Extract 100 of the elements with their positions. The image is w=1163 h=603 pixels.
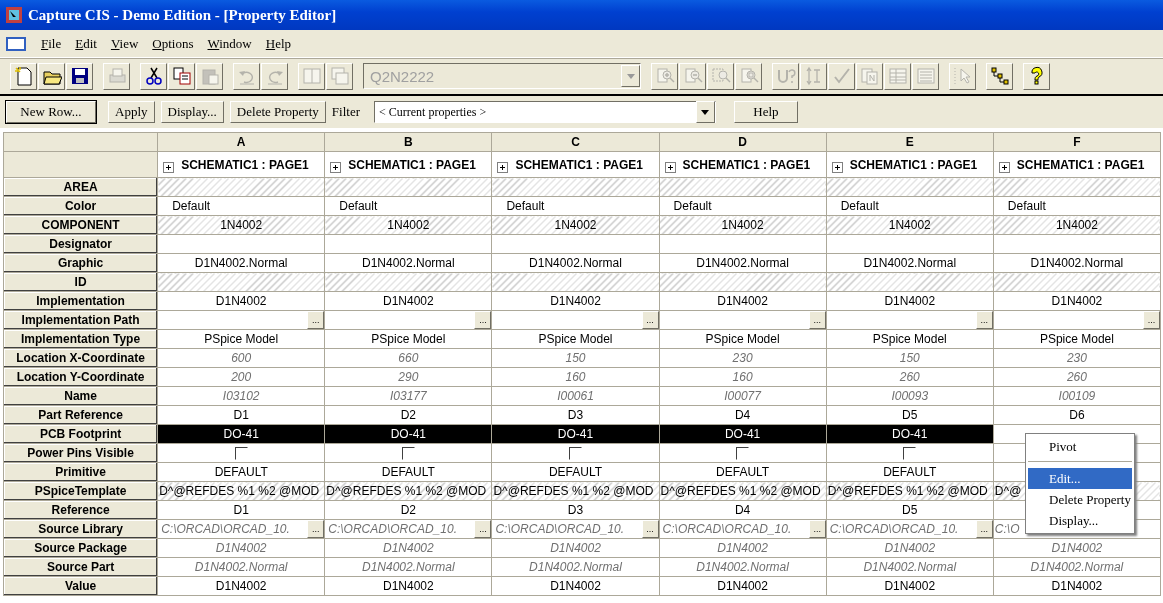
table-cell[interactable]: Default	[826, 196, 994, 216]
column-header[interactable]: C	[491, 132, 660, 152]
table-cell[interactable]: D1N4002.Normal	[157, 557, 325, 577]
table-cell[interactable]	[491, 443, 660, 463]
expand-icon[interactable]	[163, 162, 175, 173]
table-cell[interactable]: D1N4002	[993, 538, 1161, 558]
table-cell[interactable]: PSpice Model	[826, 329, 994, 349]
menu-item[interactable]: File	[34, 34, 69, 53]
action-button[interactable]: New Row...	[6, 101, 96, 123]
help-button[interactable]: Help	[734, 101, 798, 123]
table-cell[interactable]: DEFAULT	[491, 462, 660, 482]
table-cell[interactable]	[491, 234, 660, 254]
table-cell[interactable]: DEFAULT	[157, 462, 325, 482]
menu-item[interactable]: Delete Property	[1028, 489, 1132, 510]
column-header[interactable]: F	[993, 132, 1161, 152]
table-cell[interactable]: D1N4002	[491, 576, 660, 596]
menu-item[interactable]: Help	[258, 34, 299, 53]
table-cell[interactable]: ...	[491, 310, 660, 330]
table-cell[interactable]: D3	[491, 405, 660, 425]
table-cell[interactable]: ...	[324, 310, 492, 330]
menu-item[interactable]: View	[103, 34, 146, 53]
action-button[interactable]: Delete Property	[229, 101, 326, 123]
table-cell[interactable]: D1N4002.Normal	[659, 557, 827, 577]
open-folder-button[interactable]	[38, 62, 65, 90]
table-cell[interactable]: D1N4002	[826, 576, 994, 596]
table-cell[interactable]: DEFAULT	[659, 462, 827, 482]
menu-item[interactable]: Edit...	[1028, 468, 1132, 489]
table-cell[interactable]: DEFAULT	[826, 462, 994, 482]
table-cell[interactable]: DEFAULT	[324, 462, 492, 482]
table-cell[interactable]: I00061	[491, 386, 660, 406]
browse-button[interactable]: ...	[641, 311, 659, 329]
table-cell[interactable]: D3	[491, 500, 660, 520]
copy-button[interactable]	[168, 62, 195, 90]
checkbox[interactable]	[401, 447, 415, 461]
table-cell[interactable]: D1N4002	[659, 538, 827, 558]
table-cell[interactable]: Default	[157, 196, 325, 216]
table-cell[interactable]: D1N4002	[491, 291, 660, 311]
expand-icon[interactable]	[497, 162, 509, 173]
table-cell[interactable]: D1N4002	[993, 576, 1161, 596]
column-header[interactable]: A	[157, 132, 325, 152]
table-cell[interactable]: C:\ORCAD\ORCAD_10. ...	[826, 519, 994, 539]
menu-item[interactable]: Options	[145, 34, 201, 53]
table-cell[interactable]: 600	[157, 348, 325, 368]
column-header[interactable]: E	[826, 132, 994, 152]
table-cell[interactable]: D1N4002.Normal	[659, 253, 827, 273]
table-cell[interactable]: I00093	[826, 386, 994, 406]
table-cell[interactable]: 160	[491, 367, 660, 387]
table-cell[interactable]: C:\ORCAD\ORCAD_10. ...	[659, 519, 827, 539]
table-cell[interactable]: 160	[659, 367, 827, 387]
hierarchy-button[interactable]	[986, 62, 1013, 90]
table-cell[interactable]: D4	[659, 500, 827, 520]
table-cell[interactable]: I03102	[157, 386, 325, 406]
checkbox[interactable]	[736, 447, 750, 461]
browse-button[interactable]: ...	[474, 311, 491, 329]
table-cell[interactable]: D1N4002	[324, 291, 492, 311]
browse-button[interactable]: ...	[975, 520, 993, 538]
column-header[interactable]: B	[324, 132, 492, 152]
checkbox[interactable]	[903, 447, 917, 461]
table-cell[interactable]: 290	[324, 367, 492, 387]
menu-item[interactable]: Pivot	[1028, 436, 1132, 457]
table-cell[interactable]: 150	[826, 348, 994, 368]
table-cell[interactable]: PSpice Model	[157, 329, 325, 349]
table-cell[interactable]: I03177	[324, 386, 492, 406]
table-cell[interactable]: PSpice Model	[491, 329, 660, 349]
table-cell[interactable]: D1N4002	[157, 576, 325, 596]
table-cell[interactable]: ...	[826, 310, 994, 330]
table-cell[interactable]: PSpice Model	[324, 329, 492, 349]
filter-dropdown[interactable]: < Current properties >	[374, 101, 716, 123]
table-cell[interactable]: D1N4002	[826, 291, 994, 311]
browse-button[interactable]: ...	[307, 520, 324, 538]
table-cell[interactable]	[157, 234, 325, 254]
table-cell[interactable]	[324, 234, 492, 254]
table-cell[interactable]: D1N4002.Normal	[993, 253, 1161, 273]
table-cell[interactable]: I00109	[993, 386, 1161, 406]
table-cell[interactable]	[659, 234, 827, 254]
table-cell[interactable]: C:\ORCAD\ORCAD_10. ...	[324, 519, 492, 539]
table-cell[interactable]: D2	[324, 405, 492, 425]
menu-item[interactable]: Edit	[68, 34, 104, 53]
table-cell[interactable]: D1N4002.Normal	[324, 557, 492, 577]
expand-icon[interactable]	[664, 162, 676, 173]
browse-button[interactable]: ...	[307, 311, 324, 329]
table-cell[interactable]: D1N4002.Normal	[324, 253, 492, 273]
table-cell[interactable]: D5	[826, 405, 994, 425]
browse-button[interactable]: ...	[808, 311, 826, 329]
table-cell[interactable]	[993, 234, 1161, 254]
save-button[interactable]	[66, 62, 93, 90]
table-cell[interactable]: ...	[659, 310, 827, 330]
table-cell[interactable]: D1N4002.Normal	[491, 253, 660, 273]
action-button[interactable]: Apply	[108, 101, 155, 123]
table-cell[interactable]	[157, 443, 325, 463]
new-file-button[interactable]	[10, 62, 37, 90]
table-cell[interactable]: D1N4002.Normal	[826, 557, 994, 577]
browse-button[interactable]: ...	[808, 520, 826, 538]
help-button[interactable]	[1023, 62, 1050, 90]
table-cell[interactable]: D1N4002	[491, 538, 660, 558]
menu-item[interactable]: Window	[200, 34, 259, 53]
table-cell[interactable]: PSpice Model	[659, 329, 827, 349]
table-cell[interactable]: ...	[157, 310, 325, 330]
table-cell[interactable]: D5	[826, 500, 994, 520]
table-cell[interactable]: PSpice Model	[993, 329, 1161, 349]
